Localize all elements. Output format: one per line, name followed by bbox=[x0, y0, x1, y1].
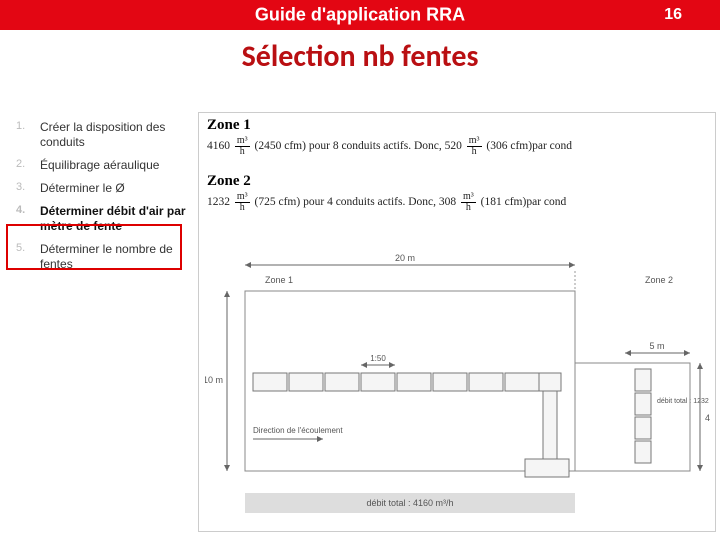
zone1-value: 4160 bbox=[207, 140, 230, 152]
zone1-each-cfm: 306 cfm bbox=[490, 140, 528, 152]
segment-scale: 1:50 bbox=[370, 354, 386, 363]
zone1-cfm: 2450 cfm bbox=[258, 140, 302, 152]
zone1-ducts: 8 bbox=[333, 140, 339, 152]
zone2-each-cfm: 181 cfm bbox=[485, 196, 523, 208]
step-item-2: Équilibrage aéraulique bbox=[12, 156, 192, 179]
dim-right-w: 5 m bbox=[649, 341, 664, 351]
zone2-label: Zone 2 bbox=[199, 163, 715, 190]
step-item-1: Créer la disposition des conduits bbox=[12, 118, 192, 156]
debit-left: débit total : 4160 m³/h bbox=[366, 498, 453, 508]
floor-plan-diagram: 20 m Zone 1 Zone 2 10 m 5 m 4 m bbox=[205, 253, 709, 525]
zone2-unit: m³h bbox=[235, 192, 250, 213]
diag-zone2: Zone 2 bbox=[645, 275, 673, 285]
header-title: Guide d'application RRA bbox=[255, 5, 465, 26]
zone2-each-unit: m³h bbox=[461, 192, 476, 213]
slide-subtitle: Sélection nb fentes bbox=[0, 38, 720, 75]
zone1-each-unit: m³h bbox=[467, 136, 482, 157]
debit-right: débit total : 1232 m³/h bbox=[657, 398, 711, 405]
page-number: 16 bbox=[664, 6, 682, 24]
zone1-line: 4160 m³h (2450 cfm) pour 8 conduits acti… bbox=[199, 134, 715, 163]
dim-right-h: 4 m bbox=[705, 413, 711, 423]
dim-top: 20 m bbox=[395, 253, 415, 263]
zone2-line: 1232 m³h (725 cfm) pour 4 conduits actif… bbox=[199, 190, 715, 219]
zone1-each: 520 bbox=[445, 140, 462, 152]
zone2-value: 1232 bbox=[207, 196, 230, 208]
flow-dir: Direction de l'écoulement bbox=[253, 426, 343, 435]
diag-zone1: Zone 1 bbox=[265, 275, 293, 285]
zone2-cfm: 725 cfm bbox=[258, 196, 296, 208]
header-bar: Guide d'application RRA 16 bbox=[0, 0, 720, 30]
dim-left: 10 m bbox=[205, 375, 223, 385]
current-step-highlight-box bbox=[6, 224, 182, 270]
zone1-label: Zone 1 bbox=[199, 113, 715, 134]
zone2-ducts: 4 bbox=[327, 196, 333, 208]
zone2-each: 308 bbox=[439, 196, 456, 208]
content-panel: Zone 1 4160 m³h (2450 cfm) pour 8 condui… bbox=[198, 112, 716, 532]
slide: Guide d'application RRA 16 Sélection nb … bbox=[0, 0, 720, 540]
zone1-unit: m³h bbox=[235, 136, 250, 157]
step-item-3: Déterminer le Ø bbox=[12, 179, 192, 202]
